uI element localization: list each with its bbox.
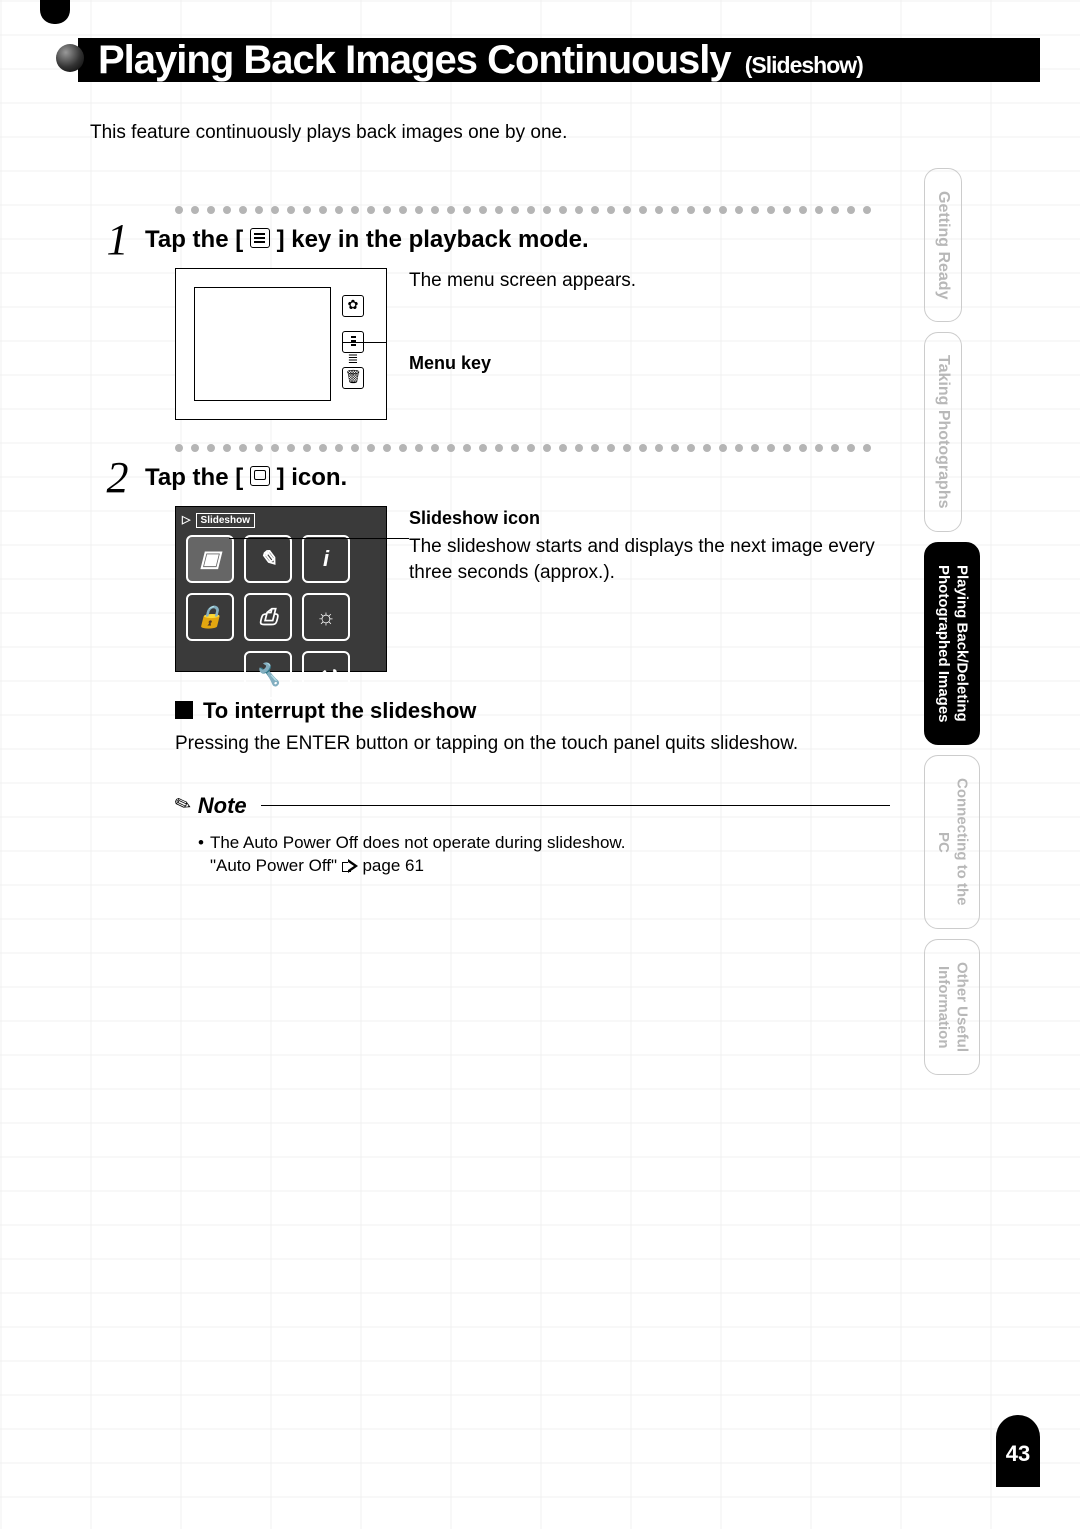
tab-getting-ready: Getting Ready [924,168,962,322]
page-title: Playing Back Images Continuously (Slides… [98,38,863,83]
tab-connecting-pc: Connecting to thePC [924,755,980,929]
title-main: Playing Back Images Continuously [98,38,731,82]
step-1-title-post: ] key in the playback mode. [277,226,589,253]
tab-taking-photographs: Taking Photographs [924,332,962,531]
grid-print-icon: ⎙ [244,593,292,641]
note-heading: ✎ Note [175,791,890,821]
page-number: 43 [996,1415,1040,1487]
note-rule [261,805,890,806]
step-2-desc: The slideshow starts and displays the ne… [409,534,890,585]
interrupt-title: To interrupt the slideshow [203,696,476,726]
step-2-body: ▷ Slideshow ▣ ✎ i 🔒 ⎙ ☼ 🔧 ↩ Slideshow ic [175,506,890,672]
menu-icon-grid: ▣ ✎ i 🔒 ⎙ ☼ 🔧 ↩ [186,535,350,699]
step-1: 1 Tap the [ ] key in the playback mode. [90,222,890,262]
play-indicator: ▷ [182,514,190,526]
grid-lock-icon: 🔒 [186,593,234,641]
section-tabs: Getting Ready Taking Photographs Playing… [924,168,1044,1085]
menu-screen-illustration: ▷ Slideshow ▣ ✎ i 🔒 ⎙ ☼ 🔧 ↩ [175,506,387,672]
tab-other-useful: Other UsefulInformation [924,939,980,1075]
menu-key-icon [250,228,270,248]
step-2-title-pre: Tap the [ [145,464,250,491]
header-bullet-icon [56,44,84,72]
callout-line [229,538,409,539]
grid-return-icon: ↩ [302,651,350,699]
note-label: Note [198,791,247,821]
grid-brightness-icon: ☼ [302,593,350,641]
bullet-dot: • [198,831,204,879]
slideshow-indicator: Slideshow [196,513,255,529]
step-2-title: Tap the [ ] icon. [145,462,347,494]
slideshow-icon-label: Slideshow icon [409,506,890,530]
step-2-title-post: ] icon. [277,464,348,491]
interrupt-heading: To interrupt the slideshow [175,696,890,726]
pencil-icon: ✎ [171,790,196,821]
slideshow-icon [250,466,270,486]
trash-key-icon: 🗑 [342,367,364,389]
camera-back-illustration: ✿ ≣ 🗑 [175,268,387,420]
square-bullet-icon [175,701,193,719]
grid-setup-icon: 🔧 [244,651,292,699]
grid-info-icon: i [302,535,350,583]
setup-key-icon: ✿ [342,295,364,317]
intro-text: This feature continuously plays back ima… [90,120,890,146]
step-2: 2 Tap the [ ] icon. [90,460,890,500]
step-1-title-pre: Tap the [ [145,226,250,253]
grid-edit-icon: ✎ [244,535,292,583]
note-line-1: The Auto Power Off does not operate duri… [210,831,626,855]
note-body: • The Auto Power Off does not operate du… [198,831,890,879]
arrow-icon [342,860,358,872]
step-1-body: ✿ ≣ 🗑 The menu screen appears. Menu key [175,268,890,420]
tab-playing-back: Playing Back/DeletingPhotographed Images [924,542,980,746]
step-number-2: 2 [90,456,145,500]
step-1-title: Tap the [ ] key in the playback mode. [145,224,589,256]
step-number-1: 1 [90,218,145,262]
callout-line [343,342,387,343]
dotted-separator [175,444,890,456]
menu-key-label: Menu key [409,351,890,375]
grid-slideshow-icon: ▣ [186,535,234,583]
interrupt-body: Pressing the ENTER button or tapping on … [175,731,890,757]
dotted-separator [175,206,890,218]
step-1-desc: The menu screen appears. [409,268,890,294]
note-line-2: "Auto Power Off" page 61 [210,854,626,878]
screen-top-bar: ▷ Slideshow [182,513,255,529]
title-sub: (Slideshow) [745,52,863,78]
main-content: This feature continuously plays back ima… [90,120,890,878]
header-bar: Playing Back Images Continuously (Slides… [78,38,1040,82]
